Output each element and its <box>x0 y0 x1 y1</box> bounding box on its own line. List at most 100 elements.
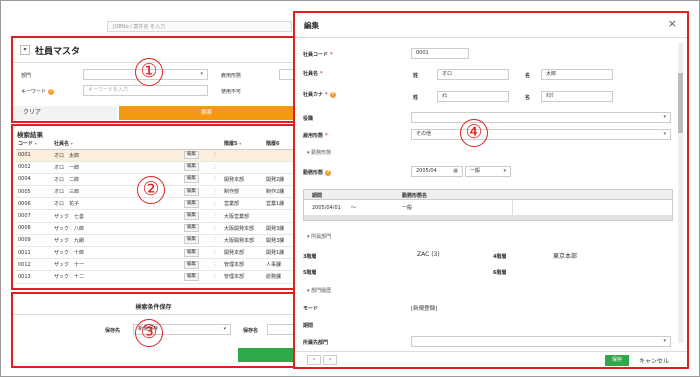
more-vertical-icon[interactable]: ⋮ <box>213 152 218 158</box>
dept-section-toggle[interactable]: ▾ 所属部門 <box>307 233 331 240</box>
more-vertical-icon[interactable]: ⋮ <box>213 189 218 195</box>
work-history-table: 期間 勤務形態名 2005/04/01 〜 一般 <box>303 189 673 221</box>
work-section-toggle[interactable]: ▾ 勤務形態 <box>307 149 331 156</box>
cell-name: ザック 九朗 <box>52 234 182 248</box>
edit-button[interactable]: 編集 <box>184 175 199 184</box>
edit-button[interactable]: 編集 <box>184 187 199 196</box>
col-name[interactable]: 社員名 ▾ <box>52 139 182 150</box>
col-code[interactable]: コード ▾ <box>16 139 52 150</box>
edit-button[interactable]: 編集 <box>184 272 199 281</box>
edit-button[interactable]: 編集 <box>184 260 199 269</box>
cancel-button[interactable]: キャンセル <box>639 356 669 365</box>
prev-button[interactable]: ‹ <box>307 355 321 365</box>
cell-level5: 管理本部 <box>222 270 264 284</box>
horizontal-scrollbar[interactable] <box>304 215 672 220</box>
cell-code: 0012 <box>16 258 52 272</box>
edit-button[interactable]: 編集 <box>184 212 199 221</box>
edit-button[interactable]: 編集 <box>184 224 199 233</box>
surname-input[interactable]: オロ <box>437 69 509 80</box>
employee-name-label: 社員名 * <box>303 70 323 77</box>
more-vertical-icon[interactable]: ⋮ <box>213 262 218 268</box>
sort-icon: ▾ <box>70 141 73 147</box>
more-vertical-icon[interactable]: ⋮ <box>213 225 218 231</box>
dept-history-toggle[interactable]: ▾ 部門履歴 <box>307 287 331 294</box>
edit-button[interactable]: 編集 <box>184 151 199 160</box>
affiliation-select[interactable]: ▾ <box>411 336 671 347</box>
annotation-3: ③ <box>135 319 163 347</box>
table-row[interactable]: 0008 ザック 八郎 編集 ⋮ 大阪開発本部 開発3課 <box>16 222 294 235</box>
clear-button[interactable]: クリア <box>13 106 117 120</box>
save-to-label: 保存先 <box>105 328 121 334</box>
modal-title: 編集 <box>304 21 319 30</box>
cell-level6: 開発3課 <box>264 234 294 248</box>
kana-label: 社員カナ *? <box>303 91 336 98</box>
level3-value: ZAC (3) <box>417 251 440 258</box>
edit-button[interactable]: 編集 <box>184 248 199 257</box>
save-conditions-button[interactable] <box>238 348 298 362</box>
col-level6[interactable]: 階層6 <box>264 139 294 150</box>
column-divider <box>512 200 513 215</box>
cell-code: 0006 <box>16 197 52 211</box>
edit-button[interactable]: 編集 <box>184 163 199 172</box>
screenshot-frame: JOBNo / 案件名 を入力 ▾ 社員マスタ 部門 ▾ 雇用形態 キーワード?… <box>0 0 700 377</box>
table-row[interactable]: 0011 ザック 十郎 編集 ⋮ 開発本部 開発1課 <box>16 246 294 260</box>
annotation-2: ② <box>137 176 165 204</box>
given-name-input[interactable]: 太郎 <box>541 69 613 80</box>
work-type-select[interactable]: 一般 ▾ <box>465 166 511 177</box>
more-vertical-icon[interactable]: ⋮ <box>213 237 218 243</box>
cell-menu: ⋮ <box>208 185 222 199</box>
more-vertical-icon[interactable]: ⋮ <box>213 164 218 170</box>
table-row[interactable]: 0001 オロ 太郎 編集 ⋮ <box>16 149 294 162</box>
help-icon[interactable]: ? <box>325 169 332 176</box>
save-button[interactable]: 保存 <box>605 355 629 366</box>
more-vertical-icon[interactable]: ⋮ <box>213 213 218 219</box>
help-icon[interactable]: ? <box>329 91 336 98</box>
scrollbar[interactable] <box>678 43 683 343</box>
keyword-input[interactable]: キーワードを入力 <box>83 85 208 96</box>
chevron-down-icon: ▾ <box>200 71 203 77</box>
more-vertical-icon[interactable]: ⋮ <box>213 250 218 256</box>
table-row[interactable]: 0013 ザック 十二 編集 ⋮ 管理本部 総務課 <box>16 270 294 284</box>
col-level6-label: 階層6 <box>266 141 280 148</box>
save-name-label: 保存名 <box>243 328 259 334</box>
close-icon[interactable]: × <box>668 17 677 30</box>
more-vertical-icon[interactable]: ⋮ <box>213 176 218 182</box>
divider <box>13 314 294 315</box>
table-row[interactable]: 0007 ザック 七善 編集 ⋮ 大阪営業部 <box>16 209 294 223</box>
work-month-input[interactable]: 2005/04 ▦ <box>411 166 463 177</box>
edit-button[interactable]: 編集 <box>184 199 199 208</box>
help-icon[interactable]: ? <box>48 88 55 95</box>
table-row[interactable]: 0012 ザック 十一 編集 ⋮ 管理本部 人事課 <box>16 258 294 272</box>
employee-name-label-text: 社員名 <box>303 71 319 77</box>
more-vertical-icon[interactable]: ⋮ <box>213 201 218 207</box>
affiliation-label: 所属先部門 <box>303 340 329 346</box>
scrollbar-thumb[interactable] <box>678 73 683 133</box>
position-select[interactable]: ▾ <box>411 112 671 123</box>
cell-level5: 制作部 <box>222 185 264 199</box>
jobno-search-input[interactable]: JOBNo / 案件名 を入力 <box>107 21 292 32</box>
collapse-toggle[interactable]: ▾ <box>20 45 30 55</box>
cell-level5: 管理本部 <box>222 258 264 272</box>
more-vertical-icon[interactable]: ⋮ <box>213 274 218 280</box>
employee-code-input[interactable]: 0001 <box>411 48 469 59</box>
unavailable-label: 使用不可 <box>221 89 242 95</box>
chevron-down-icon: ▾ <box>663 114 666 120</box>
work-type-value: 一般 <box>470 168 481 174</box>
employment-select[interactable]: その他 ▾ <box>411 129 671 140</box>
kana-given-input[interactable]: ﾀﾛｳ <box>541 91 613 102</box>
search-button[interactable]: 検索 <box>119 106 294 120</box>
position-label: 役職 <box>303 116 314 122</box>
surname-label: 姓 <box>413 73 419 79</box>
col-level5[interactable]: 階層5 ▾ <box>222 139 264 150</box>
cell-edit: 編集 <box>182 197 208 211</box>
edit-button[interactable]: 編集 <box>184 236 199 245</box>
table-row[interactable]: 0009 ザック 九朗 編集 ⋮ 大阪開発本部 開発3課 <box>16 234 294 248</box>
cell-name: ザック 十郎 <box>52 246 182 260</box>
employment-type-label: 雇用形態 <box>221 73 242 79</box>
given-name-label: 名 <box>525 73 531 79</box>
table-row[interactable]: 0002 オロ 一郎 編集 ⋮ <box>16 161 294 174</box>
cell-level6: 人事課 <box>264 258 294 272</box>
modal-footer: ‹ › 保存 キャンセル <box>295 351 687 367</box>
next-button[interactable]: › <box>323 355 337 365</box>
kana-surname-input[interactable]: ｵﾛ <box>437 91 509 102</box>
